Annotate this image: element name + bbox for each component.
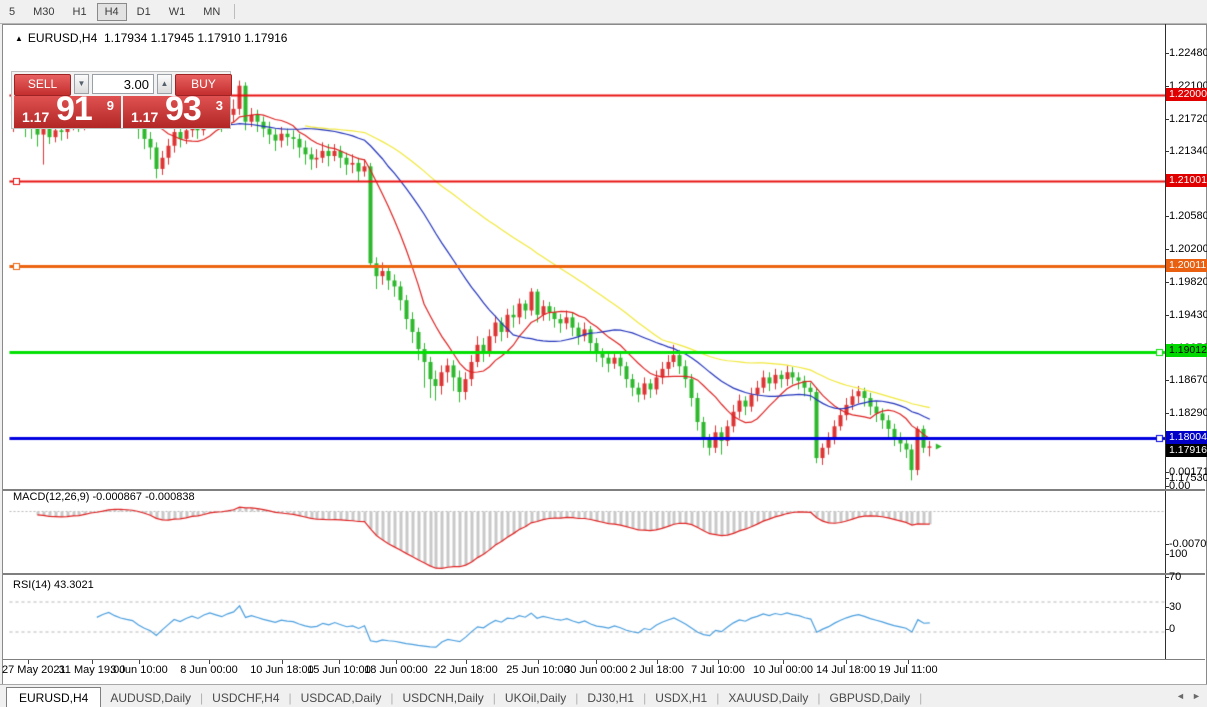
rsi-axis-label: 100 [1169,548,1188,560]
one-click-trading-panel: SELL ▼ ▲ BUY 1.17 91 9 1.17 93 3 [11,71,232,129]
rsi-label: RSI(14) 43.3021 [13,579,94,591]
chart-title: ▲ EURUSD,H4 1.17934 1.17945 1.17910 1.179… [15,31,287,45]
price-axis-label: 1.21720 [1169,113,1207,125]
price-axis-label: 1.18290 [1169,407,1207,419]
chart-tab-bar: EURUSD,H4 AUDUSD,Daily | USDCHF,H4 | USDCAD,D… [0,684,1207,707]
price-level-badge: 1.20011 [1166,259,1207,272]
pane-separator [3,659,1205,660]
macd-indicator-canvas[interactable] [9,492,1166,574]
chart-window: ▲ EURUSD,H4 1.17934 1.17945 1.17910 1.179… [2,24,1207,685]
tab-usdx-h1[interactable]: USDX,H1 [646,688,716,707]
buy-price-tile[interactable]: 1.17 93 3 [123,90,230,128]
price-axis-label: 1.21340 [1169,145,1207,157]
macd-axis-label: 0.001718 [1169,466,1207,478]
timeframe-toolbar: 5 M30 H1 H4 D1 W1 MN [0,0,1207,24]
price-axis-label: 1.20200 [1169,243,1207,255]
tab-audusd-daily[interactable]: AUDUSD,Daily [101,688,200,707]
date-axis-label: 7 Jul 10:00 [691,664,745,676]
date-axis-label: 10 Jul 00:00 [753,664,813,676]
sell-price-big-digits: 91 [56,90,93,128]
timeframe-button-d1[interactable]: D1 [129,3,159,21]
date-axis-label: 18 Jun 00:00 [364,664,428,676]
date-axis-label: 3 Jun 10:00 [110,664,168,676]
tab-dj30-h1[interactable]: DJ30,H1 [578,688,643,707]
tab-eurusd-h4[interactable]: EURUSD,H4 [6,687,102,707]
date-axis-label: 19 Jul 11:00 [878,664,938,676]
buy-price-big-digits: 93 [165,90,202,128]
price-level-badge: 1.22000 [1166,88,1207,101]
sell-price-pip-digit: 9 [106,98,114,113]
price-level-badge: 1.18004 [1166,431,1207,444]
macd-values: -0.000867 -0.000838 [92,491,195,503]
tab-ukoil-daily[interactable]: UKOil,Daily [496,688,575,707]
date-axis-label: 8 Jun 00:00 [180,664,238,676]
rsi-axis-label: 70 [1169,571,1182,583]
buy-price-pip-digit: 3 [215,98,223,113]
pane-separator [3,489,1205,491]
price-axis-label: 1.22480 [1169,47,1207,59]
timeframe-button-mn[interactable]: MN [195,3,228,21]
chart-ohlc-values: 1.17934 1.17945 1.17910 1.17916 [103,31,288,45]
macd-axis-label: 0.00 [1169,480,1191,492]
current-price-badge: 1.17916 [1166,444,1207,457]
rsi-axis-label: 30 [1169,601,1182,613]
price-axis-label: 1.20580 [1169,210,1207,222]
rsi-axis-label: 0 [1169,623,1176,635]
rsi-name: RSI(14) [13,579,51,591]
date-axis-label: 27 May 2021 [2,664,66,676]
buy-price-prefix: 1.17 [131,109,159,125]
macd-name: MACD(12,26,9) [13,491,90,503]
date-axis-label: 30 Jun 00:00 [564,664,628,676]
chart-symbol-period: EURUSD,H4 [27,31,98,45]
sell-price-tile[interactable]: 1.17 91 9 [14,90,121,128]
date-axis-label: 14 Jul 18:00 [816,664,876,676]
timeframe-button-h4[interactable]: H4 [96,2,127,21]
tab-usdcnh-daily[interactable]: USDCNH,Daily [393,688,492,707]
collapse-trade-panel-icon[interactable]: ▲ [15,34,23,43]
mt4-workspace: 5 M30 H1 H4 D1 W1 MN ▲ EURUSD,H4 1.17934 1.1794… [0,0,1207,707]
tab-usdcad-daily[interactable]: USDCAD,Daily [292,688,391,707]
date-axis-label: 10 Jun 18:00 [250,664,314,676]
tab-scroll-right-icon[interactable]: ► [1192,691,1201,701]
tab-scroll-left-icon[interactable]: ◄ [1176,691,1185,701]
tab-gbpusd-daily[interactable]: GBPUSD,Daily [820,688,919,707]
price-level-badge: 1.19012 [1166,344,1207,357]
rsi-value: 43.3021 [53,579,94,591]
timeframe-button-h1[interactable]: H1 [65,3,95,21]
timeframe-button-w1[interactable]: W1 [161,3,194,21]
tab-xauusd-daily[interactable]: XAUUSD,Daily [719,688,817,707]
timeframe-button-5[interactable]: 5 [1,3,23,21]
price-axis-label: 1.19430 [1169,309,1207,321]
price-axis-label: 1.18670 [1169,374,1207,386]
tab-usdchf-h4[interactable]: USDCHF,H4 [203,688,288,707]
volume-input[interactable] [92,74,154,94]
macd-label: MACD(12,26,9) -0.000867 -0.000838 [13,491,195,503]
toolbar-separator [234,4,236,19]
date-axis-label: 25 Jun 10:00 [506,664,570,676]
timeframe-button-m30[interactable]: M30 [25,3,62,21]
date-axis-label: 15 Jun 10:00 [307,664,371,676]
rsi-indicator-canvas[interactable] [9,576,1166,660]
price-axis-label: 1.19820 [1169,276,1207,288]
price-level-badge: 1.21001 [1166,174,1207,187]
date-axis-label: 2 Jul 18:00 [630,664,684,676]
pane-separator [3,573,1205,575]
sell-price-prefix: 1.17 [22,109,50,125]
tab-separator: | [919,691,923,705]
date-axis-label: 22 Jun 18:00 [434,664,498,676]
